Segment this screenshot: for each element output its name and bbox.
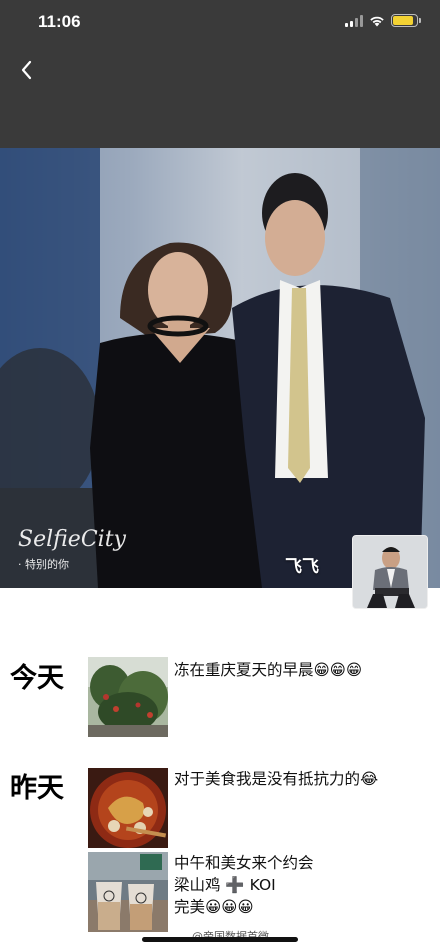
post-thumbnail[interactable]	[88, 657, 168, 737]
cover-photo[interactable]: SelfieCity · 特别的你	[0, 148, 440, 588]
status-icons	[345, 14, 421, 27]
avatar[interactable]	[352, 535, 428, 609]
post-text[interactable]: 冻在重庆夏天的早晨😁😁😁	[174, 659, 424, 681]
post-text-multiline[interactable]: 中午和美女来个约会 梁山鸡 ➕ KOI 完美😀😀😀	[174, 852, 424, 918]
tree-photo	[88, 657, 168, 737]
day-label-today: 今天	[10, 663, 64, 694]
username: 飞飞	[285, 557, 319, 576]
post-line: 中午和美女来个约会	[174, 854, 314, 872]
signal-icon	[345, 14, 363, 27]
day-label-yesterday: 昨天	[10, 773, 64, 804]
post-line: 完美😀😀😀	[174, 898, 254, 916]
post-thumbnail[interactable]	[88, 768, 168, 848]
hotpot-photo	[88, 768, 168, 848]
chevron-left-icon	[21, 60, 32, 80]
post-line: 梁山鸡 ➕ KOI	[174, 876, 276, 894]
watermark-brand: SelfieCity	[18, 527, 127, 552]
wifi-icon	[370, 16, 384, 26]
back-button[interactable]	[12, 56, 40, 84]
battery-icon	[391, 14, 421, 27]
milk-tea-photo	[88, 852, 168, 932]
home-indicator[interactable]	[142, 937, 298, 942]
status-time: 11:06	[38, 12, 81, 31]
watermark-sub: · 特别的你	[18, 557, 69, 571]
post-text[interactable]: 对于美食我是没有抵抗力的😂	[174, 768, 424, 790]
top-bar: 11:06	[0, 0, 440, 148]
post-thumbnail[interactable]	[88, 852, 168, 932]
